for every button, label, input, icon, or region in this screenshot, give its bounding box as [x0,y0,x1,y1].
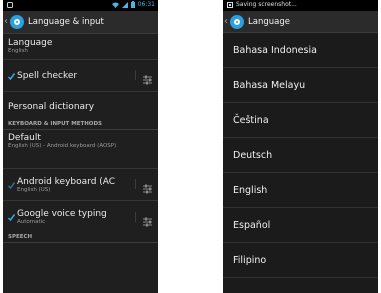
language-option[interactable]: Čeština [223,103,378,138]
wifi-icon [111,2,119,8]
notification-icon [7,2,13,8]
checkbox-checked-icon[interactable] [8,214,15,221]
language-option[interactable]: Filipino [223,243,378,278]
action-bar[interactable]: ‹ Language & input [3,11,158,34]
language-list: Bahasa Indonesia Bahasa Melayu Čeština D… [223,33,378,278]
language-picker-screen: Saving screenshot... ‹ Language Bahasa I… [223,0,378,293]
battery-icon [130,1,135,8]
screenshot-icon [227,2,233,8]
status-bar: 06:31 [3,0,158,11]
spell-checker-settings-icon[interactable] [135,70,154,85]
google-voice-settings-icon[interactable] [135,212,154,227]
google-voice-typing-value: Automatic [17,219,46,225]
language-option[interactable]: Bahasa Indonesia [223,33,378,68]
spell-checker-setting[interactable]: Spell checker [3,60,158,91]
android-keyboard-value: English (US) [17,186,51,193]
android-keyboard-label: Android keyboard (AC [17,176,116,187]
status-notification-text: Saving screenshot... [236,1,297,8]
section-header-keyboard: KEYBOARD & INPUT METHODS [3,121,158,130]
clock: 06:31 [137,1,155,8]
language-setting-label: Language [8,38,53,48]
android-keyboard-settings-icon[interactable] [135,179,154,194]
language-setting[interactable]: Language English [3,34,158,59]
settings-app-icon[interactable] [10,15,24,29]
page-title: Language & input [28,17,104,27]
signal-icon [121,1,128,8]
google-voice-typing-setting[interactable]: Google voice typing Automatic [3,201,158,233]
personal-dictionary-setting[interactable]: Personal dictionary [3,92,158,121]
default-keyboard-setting[interactable]: Default English (US) - Android keyboard … [3,130,158,168]
checkbox-checked-icon[interactable] [8,72,15,80]
status-bar: Saving screenshot... [223,0,378,11]
settings-app-icon[interactable] [230,14,244,29]
section-header-speech: SPEECH [3,233,158,243]
android-keyboard-setting[interactable]: Android keyboard (AC English (US) [3,169,158,200]
language-option[interactable]: Deutsch [223,138,378,173]
page-title: Language [248,16,290,27]
checkbox-checked-icon[interactable] [8,181,15,189]
default-keyboard-label: Default [8,133,41,143]
google-voice-typing-label: Google voice typing [17,209,107,219]
language-setting-value: English [8,48,28,54]
spell-checker-label: Spell checker [17,70,78,81]
personal-dictionary-label: Personal dictionary [8,101,95,112]
action-bar[interactable]: ‹ Language [223,11,378,33]
language-option[interactable]: English [223,173,378,208]
language-option[interactable]: Español [223,208,378,243]
default-keyboard-value: English (US) - Android keyboard (AOSP) [8,143,117,149]
language-input-screen: 06:31 ‹ Language & input Language Englis… [3,0,158,293]
language-option[interactable]: Bahasa Melayu [223,68,378,103]
